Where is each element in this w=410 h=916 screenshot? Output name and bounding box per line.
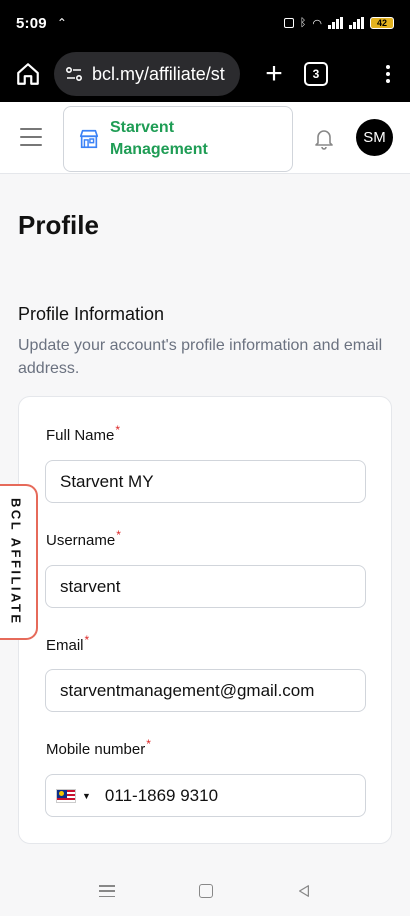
- status-icons: ᛒ ◠ 42: [283, 17, 394, 30]
- status-bar: 5:09 ⌃ ᛒ ◠ 42: [0, 0, 410, 46]
- organization-name: Starvent Management: [110, 117, 230, 161]
- bluetooth-icon: ᛒ: [299, 17, 307, 29]
- section-title: Profile Information: [18, 304, 165, 324]
- full-name-input[interactable]: Starvent MY: [45, 460, 366, 503]
- section-description: Update your account's profile informatio…: [18, 337, 383, 377]
- affiliate-side-tab[interactable]: BCL AFFILIATE: [0, 484, 38, 640]
- profile-form-card: Full Name* Starvent MY Username* starven…: [18, 396, 392, 844]
- wifi-icon: ◠: [312, 17, 322, 30]
- app-header: Starvent Management SM: [0, 102, 410, 174]
- browser-menu-button[interactable]: [378, 65, 398, 83]
- menu-toggle-button[interactable]: [20, 128, 42, 146]
- mobile-label: Mobile number*: [46, 737, 151, 758]
- home-button[interactable]: [12, 58, 44, 90]
- username-label: Username*: [46, 528, 121, 549]
- org-name-line1: Starvent: [110, 119, 175, 136]
- full-name-label: Full Name*: [46, 423, 121, 444]
- system-nav-bar: [0, 866, 410, 916]
- org-name-line2: Management: [110, 141, 208, 158]
- back-icon[interactable]: [297, 884, 311, 898]
- home-nav-icon[interactable]: [199, 884, 213, 898]
- user-avatar[interactable]: SM: [356, 119, 393, 156]
- recent-apps-icon[interactable]: [99, 885, 115, 897]
- home-icon: [17, 63, 39, 85]
- email-input[interactable]: starventmanagement@gmail.com: [45, 669, 366, 712]
- status-time: 5:09: [16, 14, 47, 32]
- site-settings-icon[interactable]: [64, 64, 84, 84]
- username-input[interactable]: starvent: [45, 565, 366, 608]
- nfc-icon: [283, 18, 294, 28]
- country-dropdown-icon[interactable]: ▼: [82, 791, 91, 801]
- mobile-input[interactable]: ▼ 011-1869 9310: [45, 774, 366, 817]
- address-bar[interactable]: bcl.my/affiliate/st: [54, 52, 240, 96]
- notification-icon: ⌃: [56, 16, 67, 30]
- organization-switcher[interactable]: Starvent Management: [63, 106, 293, 172]
- new-tab-button[interactable]: +: [258, 59, 290, 89]
- signal-icon-2: [349, 17, 364, 29]
- battery-icon: 42: [370, 17, 394, 29]
- affiliate-tab-label: BCL AFFILIATE: [8, 498, 24, 626]
- store-icon: [79, 129, 99, 149]
- email-label: Email*: [46, 633, 90, 654]
- tab-switcher-button[interactable]: 3: [304, 62, 328, 86]
- signal-icon: [328, 17, 343, 29]
- browser-toolbar: bcl.my/affiliate/st + 3: [0, 46, 410, 102]
- page-title: Profile: [18, 210, 99, 240]
- notifications-bell-icon[interactable]: [312, 126, 336, 150]
- url-text: bcl.my/affiliate/st: [92, 63, 225, 84]
- mobile-number-value: 011-1869 9310: [104, 785, 219, 805]
- malaysia-flag-icon[interactable]: [56, 788, 76, 803]
